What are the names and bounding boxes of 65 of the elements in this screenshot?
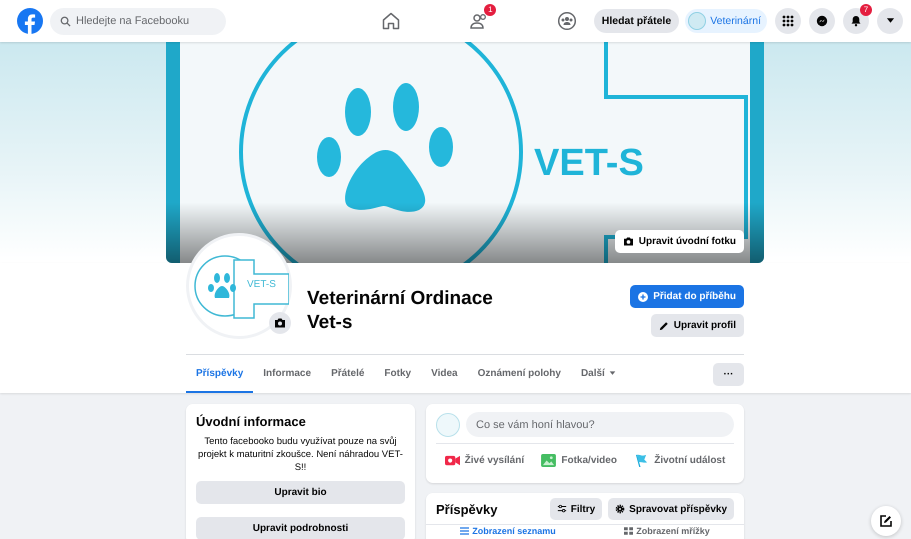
avatar-icon <box>688 12 706 30</box>
action-label: Živé vysílání <box>464 455 524 466</box>
search-icon <box>60 16 71 26</box>
logo-text: VET-S <box>534 142 644 185</box>
facebook-logo-icon[interactable] <box>17 8 43 34</box>
add-story-button[interactable]: Přidat do příběhu <box>630 285 744 308</box>
action-label: Životní událost <box>654 455 726 466</box>
composer-action[interactable]: Životní událost <box>629 450 730 471</box>
profile-tab[interactable]: Fotky <box>374 355 422 393</box>
view-tab[interactable]: Zobrazení seznamu <box>456 525 560 536</box>
view-tab[interactable]: Zobrazení mřížky <box>620 525 714 536</box>
logo-text: VET-S <box>247 279 276 290</box>
change-photo-button[interactable] <box>269 312 291 334</box>
friends-tab[interactable]: 1 <box>462 4 496 38</box>
video-camera-icon <box>444 454 460 467</box>
profile-tab[interactable]: Videa <box>421 355 468 393</box>
card-title: Příspěvky <box>436 502 498 516</box>
menu-button[interactable] <box>775 8 801 34</box>
plus-icon <box>638 292 648 302</box>
edit-profile-button[interactable]: Upravit profil <box>650 314 744 337</box>
group-icon <box>557 11 578 31</box>
gear-icon <box>615 504 626 514</box>
filters-button[interactable]: Filtry <box>550 498 602 520</box>
edit-button[interactable]: Upravit bio <box>196 481 405 504</box>
profile-tab[interactable]: Oznámení polohy <box>468 355 571 393</box>
profile-tab[interactable]: Přátelé <box>321 355 374 393</box>
home-icon <box>381 11 402 31</box>
account-button[interactable] <box>877 8 903 34</box>
notification-badge: 7 <box>860 4 872 16</box>
image-icon <box>541 454 556 467</box>
new-message-button[interactable] <box>871 506 901 536</box>
pencil-icon <box>658 320 669 330</box>
find-friends-button[interactable]: Hledat přátele <box>594 9 680 33</box>
post-input[interactable]: Co se vám honí hlavou? <box>466 412 734 437</box>
avatar-icon <box>436 412 460 436</box>
profile-tab[interactable]: Příspěvky <box>186 355 254 393</box>
card-title: Úvodní informace <box>196 414 307 429</box>
camera-icon <box>622 237 634 246</box>
camera-icon <box>274 318 286 328</box>
more-button[interactable]: ··· <box>713 362 744 386</box>
manage-posts-button[interactable]: Spravovat příspěvky <box>608 498 734 520</box>
caret-icon <box>886 18 894 24</box>
profile-name: Veterinární <box>710 15 761 27</box>
sliders-icon <box>556 504 567 514</box>
edit-button[interactable]: Upravit podrobnosti <box>196 517 405 539</box>
bio-text: Tento facebooko budu využívat pouze na svůj projekt k maturitní zkoušce. Není náhradou VET-S!! <box>197 435 404 474</box>
profile-tab[interactable]: Informace <box>253 355 322 393</box>
list-icon <box>460 527 470 535</box>
composer-action[interactable]: Fotka/video <box>536 450 622 471</box>
notification-badge: 1 <box>484 4 496 16</box>
compose-icon <box>880 515 892 527</box>
search-field[interactable]: Hledejte na Facebooku <box>50 8 226 34</box>
grid-icon <box>624 527 634 535</box>
caret-icon <box>608 370 616 376</box>
edit-cover-button[interactable]: Upravit úvodní fotku <box>614 230 744 253</box>
composer-action[interactable]: Živé vysílání <box>440 450 530 471</box>
page-name: Veterinární Ordinace Vet-s <box>307 287 494 335</box>
bell-icon <box>850 15 862 27</box>
profile-button[interactable]: Veterinární <box>685 9 767 33</box>
messenger-button[interactable] <box>809 8 835 34</box>
profile-tab[interactable]: Další <box>570 355 626 393</box>
action-label: Fotka/video <box>561 455 617 466</box>
messenger-icon <box>816 15 828 27</box>
flag-icon <box>634 454 650 467</box>
grid-icon <box>782 15 794 27</box>
